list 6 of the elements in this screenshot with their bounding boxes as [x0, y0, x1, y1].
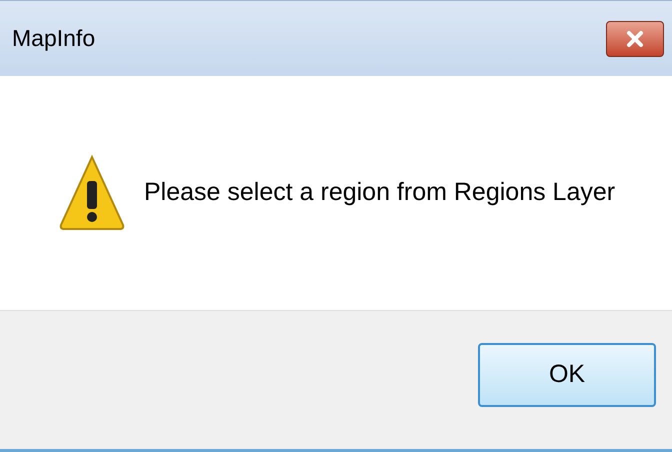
- ok-button[interactable]: OK: [478, 343, 656, 407]
- warning-icon: [58, 153, 126, 233]
- window-title: MapInfo: [12, 24, 96, 54]
- close-button[interactable]: [606, 20, 664, 56]
- close-icon: [626, 30, 644, 48]
- message-text: Please select a region from Regions Layer: [144, 177, 616, 208]
